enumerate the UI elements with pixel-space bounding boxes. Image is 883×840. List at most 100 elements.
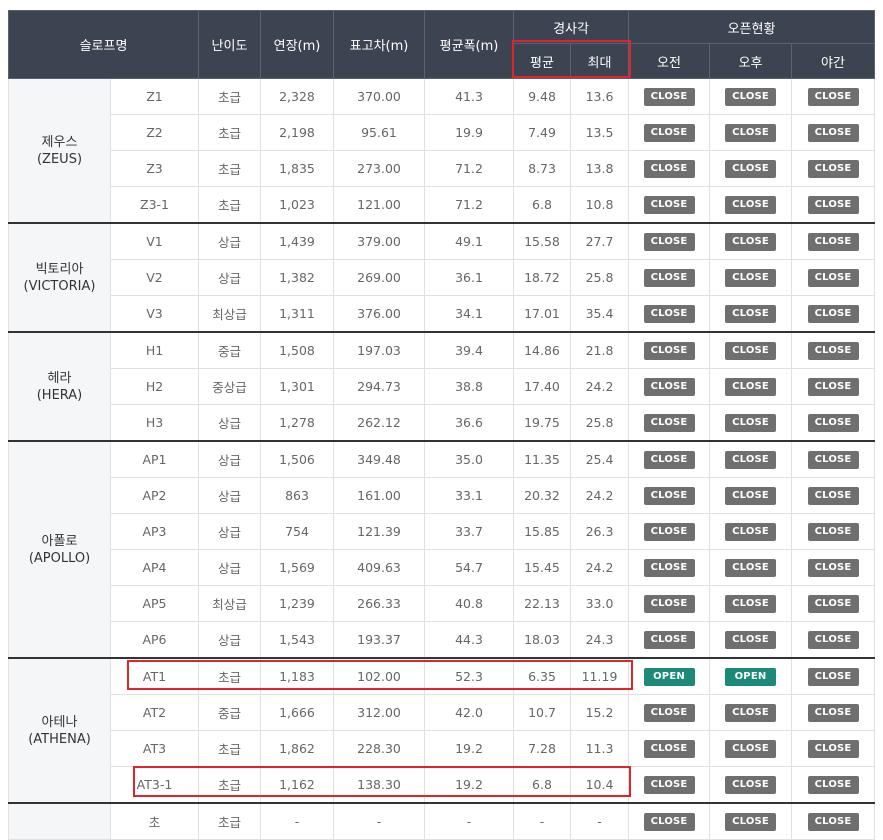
slope-code-cell: Z3-1 [110, 186, 199, 224]
close-status-button[interactable]: CLOSE [807, 668, 859, 686]
close-status-button[interactable]: CLOSE [725, 595, 777, 613]
close-status-button[interactable]: CLOSE [807, 523, 859, 541]
close-status-button[interactable]: CLOSE [643, 523, 695, 541]
status-cell: CLOSE [791, 295, 876, 333]
incline-max-cell: 24.3 [569, 621, 630, 659]
elevation-cell: 294.73 [333, 368, 425, 405]
close-status-button[interactable]: CLOSE [643, 631, 695, 649]
avg-width-cell: 19.2 [424, 766, 514, 804]
table-row: AT3-1 초급 1,162 138.30 19.2 6.8 10.4 CLOSE CLOSE C… [9, 766, 876, 804]
incline-max-cell: 10.4 [569, 766, 630, 804]
close-status-button[interactable]: CLOSE [807, 740, 859, 758]
length-cell: 1,239 [260, 585, 334, 622]
close-status-button[interactable]: CLOSE [807, 233, 859, 251]
close-status-button[interactable]: CLOSE [643, 342, 695, 360]
slope-code-cell: AP1 [110, 440, 199, 478]
close-status-button[interactable]: CLOSE [725, 451, 777, 469]
incline-max-cell: 24.2 [569, 477, 630, 514]
close-status-button[interactable]: CLOSE [643, 559, 695, 577]
slope-group-name: 제우스 (ZEUS) [8, 78, 111, 224]
close-status-button[interactable]: CLOSE [643, 196, 695, 214]
close-status-button[interactable]: CLOSE [807, 378, 859, 396]
close-status-button[interactable]: CLOSE [807, 631, 859, 649]
close-status-button[interactable]: CLOSE [807, 196, 859, 214]
close-status-button[interactable]: CLOSE [725, 631, 777, 649]
close-status-button[interactable]: CLOSE [643, 704, 695, 722]
table-row: H2 중상급 1,301 294.73 38.8 17.40 24.2 CLOSE CLOSE C… [9, 368, 876, 405]
header-length: 연장(m) [260, 10, 334, 79]
close-status-button[interactable]: CLOSE [725, 813, 777, 831]
close-status-button[interactable]: CLOSE [725, 414, 777, 432]
close-status-button[interactable]: CLOSE [643, 378, 695, 396]
close-status-button[interactable]: CLOSE [807, 451, 859, 469]
close-status-button[interactable]: CLOSE [643, 305, 695, 323]
close-status-button[interactable]: CLOSE [643, 776, 695, 794]
status-cell: CLOSE [709, 513, 793, 550]
close-status-button[interactable]: CLOSE [725, 487, 777, 505]
incline-avg-cell: - [513, 802, 571, 840]
close-status-button[interactable]: CLOSE [807, 813, 859, 831]
close-status-button[interactable]: CLOSE [725, 124, 777, 142]
close-status-button[interactable]: CLOSE [725, 269, 777, 287]
elevation-cell: 370.00 [333, 78, 425, 115]
close-status-button[interactable]: CLOSE [643, 88, 695, 106]
close-status-button[interactable]: CLOSE [725, 196, 777, 214]
close-status-button[interactable]: CLOSE [643, 813, 695, 831]
close-status-button[interactable]: CLOSE [725, 88, 777, 106]
close-status-button[interactable]: CLOSE [725, 740, 777, 758]
close-status-button[interactable]: CLOSE [807, 414, 859, 432]
header-open-status: 오픈현황 [628, 10, 876, 44]
close-status-button[interactable]: CLOSE [725, 342, 777, 360]
close-status-button[interactable]: CLOSE [807, 269, 859, 287]
status-cell: CLOSE [628, 694, 711, 731]
status-cell: OPEN [628, 657, 711, 695]
close-status-button[interactable]: CLOSE [643, 595, 695, 613]
close-status-button[interactable]: CLOSE [807, 124, 859, 142]
elevation-cell: 197.03 [333, 331, 425, 369]
open-status-button[interactable]: OPEN [725, 668, 777, 686]
difficulty-cell: 상급 [198, 259, 261, 296]
status-cell: CLOSE [791, 513, 876, 550]
close-status-button[interactable]: CLOSE [643, 451, 695, 469]
close-status-button[interactable]: CLOSE [643, 487, 695, 505]
close-status-button[interactable]: CLOSE [643, 233, 695, 251]
status-cell: OPEN [709, 657, 793, 695]
close-status-button[interactable]: CLOSE [725, 559, 777, 577]
close-status-button[interactable]: CLOSE [807, 776, 859, 794]
close-status-button[interactable]: CLOSE [807, 704, 859, 722]
difficulty-cell: 상급 [198, 549, 261, 586]
close-status-button[interactable]: CLOSE [643, 160, 695, 178]
status-cell: CLOSE [791, 730, 876, 767]
length-cell: 1,301 [260, 368, 334, 405]
elevation-cell: 273.00 [333, 150, 425, 187]
difficulty-cell: 중급 [198, 331, 261, 369]
status-cell: CLOSE [628, 295, 711, 333]
close-status-button[interactable]: CLOSE [725, 704, 777, 722]
close-status-button[interactable]: CLOSE [725, 233, 777, 251]
close-status-button[interactable]: CLOSE [807, 595, 859, 613]
close-status-button[interactable]: CLOSE [725, 160, 777, 178]
incline-avg-cell: 7.28 [513, 730, 571, 767]
open-status-button[interactable]: OPEN [643, 668, 695, 686]
status-cell: CLOSE [709, 259, 793, 296]
close-status-button[interactable]: CLOSE [807, 342, 859, 360]
avg-width-cell: 33.1 [424, 477, 514, 514]
close-status-button[interactable]: CLOSE [807, 305, 859, 323]
close-status-button[interactable]: CLOSE [643, 414, 695, 432]
close-status-button[interactable]: CLOSE [807, 487, 859, 505]
close-status-button[interactable]: CLOSE [807, 88, 859, 106]
close-status-button[interactable]: CLOSE [807, 559, 859, 577]
close-status-button[interactable]: CLOSE [807, 160, 859, 178]
incline-max-cell: 24.2 [569, 368, 630, 405]
slope-code-cell: AT3 [110, 730, 199, 767]
table-row: Z2 초급 2,198 95.61 19.9 7.49 13.5 CLOSE CLOSE CLOS… [9, 114, 876, 151]
close-status-button[interactable]: CLOSE [725, 776, 777, 794]
close-status-button[interactable]: CLOSE [725, 305, 777, 323]
close-status-button[interactable]: CLOSE [643, 740, 695, 758]
close-status-button[interactable]: CLOSE [643, 124, 695, 142]
close-status-button[interactable]: CLOSE [725, 523, 777, 541]
close-status-button[interactable]: CLOSE [725, 378, 777, 396]
close-status-button[interactable]: CLOSE [643, 269, 695, 287]
status-cell: CLOSE [628, 549, 711, 586]
length-cell: 1,311 [260, 295, 334, 333]
